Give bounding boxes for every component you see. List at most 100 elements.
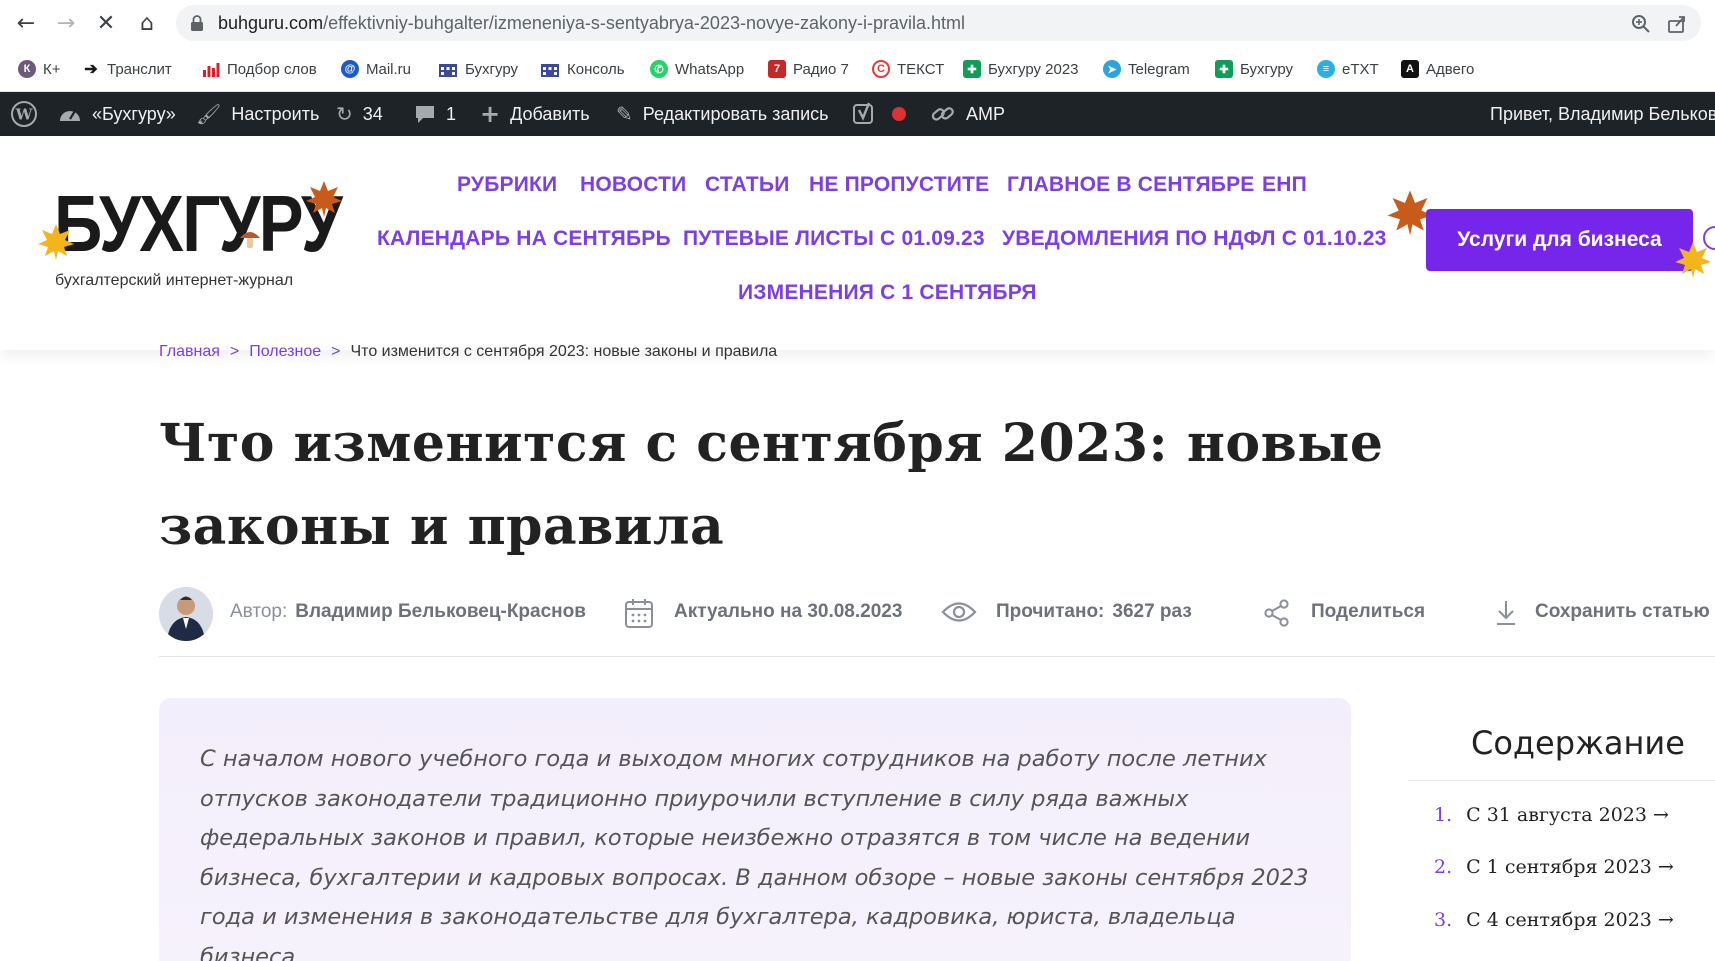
actual-date: Актуально на 30.08.2023 xyxy=(674,601,902,623)
browser-toolbar: ← → ✕ ⌂ buhguru.com/effektivniy-buhgalte… xyxy=(0,0,1715,46)
bookmark-buhguru[interactable]: Бухгуру xyxy=(438,58,518,80)
bookmark-podbor-slov[interactable]: Подбор слов xyxy=(202,58,317,80)
menu-rubriki[interactable]: РУБРИКИ xyxy=(457,173,557,197)
menu-novosti[interactable]: НОВОСТИ xyxy=(580,173,686,197)
maple-leaf-yellow-icon xyxy=(38,224,74,260)
bookmark-label: К+ xyxy=(43,60,61,78)
article-meta: Автор: Владимир Бельковец-Краснов Актуал… xyxy=(159,585,1715,657)
wp-greeting: Привет, Владимир Бельков xyxy=(1490,103,1715,124)
calendar-icon xyxy=(625,599,653,628)
share-button[interactable]: Поделиться xyxy=(1311,601,1425,623)
menu-uvedomleniya-ndfl[interactable]: УВЕДОМЛЕНИЯ ПО НДФЛ С 01.10.23 xyxy=(1002,227,1387,251)
bookmark-telegram[interactable]: ➤ Telegram xyxy=(1103,58,1190,80)
share-label: Поделиться xyxy=(1311,601,1426,622)
wp-site-label: «Бухгуру» xyxy=(92,103,176,124)
home-button[interactable]: ⌂ xyxy=(133,9,161,37)
toc-item[interactable]: 3. С 4 сентября 2023 → xyxy=(1434,909,1674,931)
building-icon xyxy=(439,64,457,77)
wp-logo-menu[interactable]: W xyxy=(10,92,38,136)
menu-glavnoe-v-sentyabre[interactable]: ГЛАВНОЕ В СЕНТЯБРЕ xyxy=(1007,173,1254,197)
plus-icon: + xyxy=(480,100,501,128)
wp-add-label: Добавить xyxy=(510,103,590,124)
url-text[interactable]: buhguru.com/effektivniy-buhgalter/izmene… xyxy=(218,13,965,34)
wp-customize[interactable]: 🖌 Настроить xyxy=(196,92,319,136)
bookmark-radio7[interactable]: 7 Радио 7 xyxy=(768,58,849,80)
business-services-button[interactable]: Услуги для бизнеса xyxy=(1426,209,1693,271)
menu-enp[interactable]: ЕНП xyxy=(1262,173,1307,197)
bookmark-konsol[interactable]: Консоль xyxy=(540,58,625,80)
save-article-button[interactable]: Сохранить статью xyxy=(1535,601,1710,623)
zoom-icon[interactable] xyxy=(1631,14,1651,34)
seo-status-dot-icon xyxy=(892,107,906,121)
stop-loading-button[interactable]: ✕ xyxy=(92,9,120,37)
bookmark-label: Бухгуру xyxy=(1240,60,1293,78)
actual-date-text: Актуально на 30.08.2023 xyxy=(674,601,903,622)
bookmark-buhguru-2023[interactable]: ✚ Бухгуру 2023 xyxy=(963,58,1079,80)
brush-icon: 🖌 xyxy=(196,102,222,126)
breadcrumb-separator: > xyxy=(331,343,341,360)
wp-site-name[interactable]: «Бухгуру» xyxy=(58,92,176,136)
forward-button[interactable]: → xyxy=(52,9,80,37)
comment-icon xyxy=(416,106,434,123)
logo-tagline: бухгалтерский интернет-журнал xyxy=(55,272,294,289)
wp-updates[interactable]: ↻ 34 xyxy=(336,92,383,136)
bookmark-label: Адвего xyxy=(1426,60,1475,78)
address-bar[interactable]: buhguru.com/effektivniy-buhgalter/izmene… xyxy=(176,5,1701,41)
site-logo[interactable]: БУХГУРУ бухгалтерский интернет-журнал xyxy=(38,181,350,294)
translit-icon: ➔ xyxy=(84,61,98,78)
author-name[interactable]: Владимир Бельковец-Краснов xyxy=(295,601,586,623)
advego-icon: A xyxy=(1401,60,1419,78)
wp-customize-label: Настроить xyxy=(231,103,320,124)
article-lead-box: С началом нового учебного года и выходом… xyxy=(159,698,1351,961)
menu-stati[interactable]: СТАТЬИ xyxy=(705,173,789,197)
site-header: БУХГУРУ бухгалтерский интернет-журнал РУ… xyxy=(0,136,1715,350)
breadcrumb-home[interactable]: Главная xyxy=(159,343,220,361)
share-icon[interactable] xyxy=(1262,598,1292,628)
wp-comments[interactable]: 1 xyxy=(414,92,456,136)
menu-ne-propustite[interactable]: НЕ ПРОПУСТИТЕ xyxy=(809,173,989,197)
wp-add-new[interactable]: + Добавить xyxy=(480,92,590,136)
wp-seo-menu[interactable] xyxy=(852,92,906,136)
bookmark-translit[interactable]: ➔ Транслит xyxy=(82,58,172,80)
article-lead-text: С началом нового учебного года и выходом… xyxy=(200,746,1309,961)
bookmark-label: eTXT xyxy=(1342,60,1379,78)
bookmark-label: Транслит xyxy=(107,60,172,78)
dashboard-icon xyxy=(60,110,80,121)
bookmark-label: Бухгуру xyxy=(465,60,518,78)
bookmark-mailru[interactable]: @ Mail.ru xyxy=(341,58,411,80)
bookmark-whatsapp[interactable]: ✆ WhatsApp xyxy=(650,58,744,80)
bookmark-label: Радио 7 xyxy=(793,60,849,78)
wp-edit-post[interactable]: ✎ Редактировать запись xyxy=(616,92,829,136)
share-page-icon[interactable] xyxy=(1667,14,1687,34)
bookmark-etxt[interactable]: ≡ eTXT xyxy=(1317,58,1379,80)
toc-item[interactable]: 1. С 31 августа 2023 → xyxy=(1434,804,1669,826)
author-avatar[interactable] xyxy=(159,587,213,641)
bookmark-tekst[interactable]: C ТЕКСТ xyxy=(872,58,944,80)
svg-text:W: W xyxy=(15,106,34,124)
breadcrumb-section[interactable]: Полезное xyxy=(249,343,321,361)
bookmark-label: Telegram xyxy=(1128,60,1190,78)
bookmark-label: Консоль xyxy=(567,60,625,78)
wp-amp[interactable]: AMP xyxy=(930,92,1005,136)
toc-item[interactable]: 2. С 1 сентября 2023 → xyxy=(1434,856,1674,878)
lock-icon[interactable] xyxy=(190,15,204,31)
back-button[interactable]: ← xyxy=(12,9,40,37)
toc-item-number: 3. xyxy=(1434,909,1453,931)
pencil-icon: ✎ xyxy=(616,102,633,126)
menu-izmeneniya[interactable]: ИЗМЕНЕНИЯ С 1 СЕНТЯБРЯ xyxy=(738,281,1037,305)
menu-kalendar[interactable]: КАЛЕНДАРЬ НА СЕНТЯБРЬ xyxy=(377,227,671,251)
bookmark-buhguru-sheet[interactable]: ✚ Бухгуру xyxy=(1215,58,1293,80)
download-icon[interactable] xyxy=(1493,598,1519,628)
bookmark-label: Бухгуру 2023 xyxy=(988,60,1079,78)
menu-putevye-listy[interactable]: ПУТЕВЫЕ ЛИСТЫ С 01.09.23 xyxy=(683,227,985,251)
toc-item-label: С 1 сентября 2023 → xyxy=(1466,856,1674,878)
etxt-icon: ≡ xyxy=(1317,60,1335,78)
author-info: Автор: Владимир Бельковец-Краснов xyxy=(230,601,586,623)
wp-comments-count: 1 xyxy=(446,103,457,124)
bookmark-kplus[interactable]: К К+ xyxy=(18,58,61,80)
read-label: Прочитано: xyxy=(996,601,1105,622)
bookmark-advego[interactable]: A Адвего xyxy=(1401,58,1474,80)
url-path: /effektivniy-buhgalter/izmeneniya-s-sent… xyxy=(323,13,966,33)
bookmarks-bar: К К+ ➔ Транслит Подбор слов @ Mail.ru Бу… xyxy=(0,46,1715,92)
wp-account-menu[interactable]: Привет, Владимир Бельков xyxy=(1490,92,1715,136)
